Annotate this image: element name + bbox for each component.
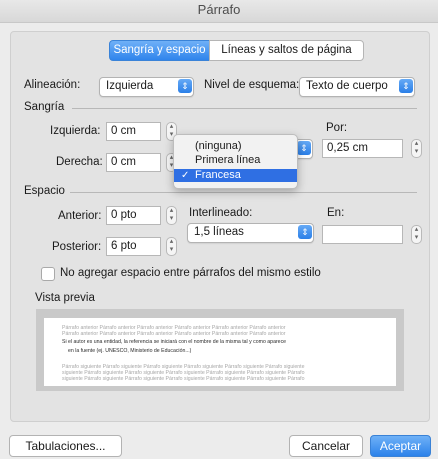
chevron-up-icon: ▴ — [414, 140, 419, 147]
preview-page: Párrafo anterior Párrafo anterior Párraf… — [44, 318, 396, 386]
chevron-down-icon: ▾ — [414, 234, 419, 241]
right-indent-value: 0 cm — [111, 156, 136, 168]
special-indent-menu: (ninguna) Primera línea ✓ Francesa — [173, 134, 298, 189]
chevron-up-icon: ▴ — [169, 238, 174, 245]
accept-button[interactable]: Aceptar — [370, 435, 431, 457]
chevron-up-icon: ▴ — [414, 226, 419, 233]
line-spacing-label: Interlineado: — [189, 207, 253, 219]
chevron-down-icon: ▾ — [169, 215, 174, 222]
popup-arrows-icon: ⇕ — [297, 141, 311, 155]
alignment-label: Alineación: — [24, 79, 81, 91]
indent-by-label: Por: — [326, 122, 348, 134]
tab-line-page-breaks[interactable]: Líneas y saltos de página — [209, 40, 364, 61]
preview-previous-line: Párrafo anterior Párrafo anterior Párraf… — [62, 331, 286, 337]
line-spacing-at-stepper[interactable]: ▴ ▾ — [411, 225, 422, 244]
line-spacing-value: 1,5 líneas — [194, 226, 244, 238]
popup-arrows-icon: ⇕ — [178, 79, 192, 93]
space-before-label: Anterior: — [58, 210, 102, 222]
space-after-label: Posterior: — [52, 241, 102, 253]
indent-by-value: 0,25 cm — [327, 142, 368, 154]
right-indent-label: Derecha: — [56, 156, 103, 168]
tabs-button[interactable]: Tabulaciones... — [9, 435, 122, 457]
left-indent-field[interactable]: 0 cm — [106, 122, 161, 141]
menu-item-none[interactable]: (ninguna) — [174, 140, 297, 153]
space-before-field[interactable]: 0 pto — [106, 206, 161, 225]
indent-divider — [72, 108, 417, 109]
chevron-up-icon: ▴ — [169, 207, 174, 214]
line-spacing-at-label: En: — [327, 207, 345, 219]
dont-add-space-checkbox[interactable] — [41, 267, 55, 281]
left-indent-label: Izquierda: — [50, 125, 101, 137]
right-indent-field[interactable]: 0 cm — [106, 153, 161, 172]
menu-item-first-line[interactable]: Primera línea — [174, 154, 297, 167]
popup-arrows-icon: ⇕ — [399, 79, 413, 93]
menu-item-label: Primera línea — [195, 154, 261, 166]
dont-add-space-label: No agregar espacio entre párrafos del mi… — [60, 267, 321, 279]
menu-item-hanging[interactable]: ✓ Francesa — [174, 169, 297, 182]
spacing-section-label: Espacio — [24, 185, 65, 197]
preview-current-line: Si el autor es una entidad, la referenci… — [62, 339, 287, 345]
indent-by-stepper[interactable]: ▴ ▾ — [411, 139, 422, 158]
outline-level-value: Texto de cuerpo — [306, 80, 388, 92]
chevron-up-icon: ▴ — [169, 123, 174, 130]
space-after-field[interactable]: 6 pto — [106, 237, 161, 256]
left-indent-value: 0 cm — [111, 125, 136, 137]
chevron-down-icon: ▾ — [169, 246, 174, 253]
window-title: Párrafo — [197, 2, 241, 17]
preview-current-line: en la fuente (ej. UNESCO, Ministerio de … — [68, 348, 192, 354]
line-spacing-popup[interactable]: 1,5 líneas ⇕ — [187, 223, 314, 243]
preview-next-line: siguiente Párrafo siguiente Párrafo sigu… — [62, 376, 305, 382]
indent-section-label: Sangría — [24, 101, 65, 113]
indent-by-field[interactable]: 0,25 cm — [322, 139, 403, 158]
menu-item-label: Francesa — [195, 169, 241, 181]
line-spacing-at-field[interactable] — [322, 225, 403, 244]
chevron-down-icon: ▾ — [414, 148, 419, 155]
popup-arrows-icon: ⇕ — [298, 225, 312, 239]
cancel-button[interactable]: Cancelar — [289, 435, 363, 457]
tab-indent-spacing[interactable]: Sangría y espacio — [109, 40, 210, 61]
outline-level-popup[interactable]: Texto de cuerpo ⇕ — [299, 77, 415, 97]
spacing-divider — [70, 192, 417, 193]
space-after-value: 6 pto — [111, 240, 137, 252]
menu-item-label: (ninguna) — [195, 140, 242, 152]
outline-level-label: Nivel de esquema: — [204, 79, 300, 91]
preview-label: Vista previa — [35, 292, 95, 304]
alignment-value: Izquierda — [106, 80, 154, 92]
checkmark-icon: ✓ — [181, 170, 190, 181]
alignment-popup[interactable]: Izquierda ⇕ — [99, 77, 194, 97]
window-edge — [438, 0, 447, 459]
space-before-value: 0 pto — [111, 209, 137, 221]
space-before-stepper[interactable]: ▴ ▾ — [166, 206, 177, 225]
space-after-stepper[interactable]: ▴ ▾ — [166, 237, 177, 256]
